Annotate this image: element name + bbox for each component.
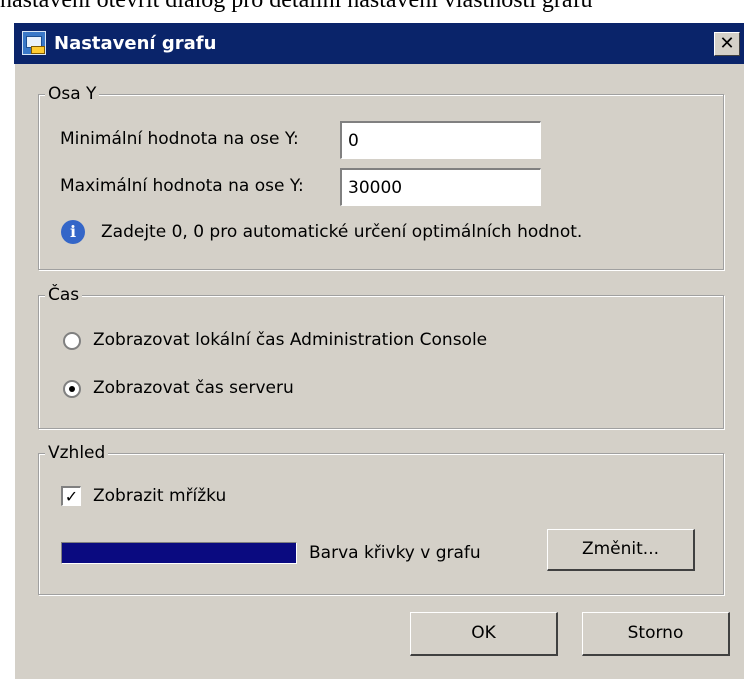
grid-checkbox-label[interactable]: Zobrazit mřížku xyxy=(93,485,226,507)
min-y-label: Minimální hodnota na ose Y: xyxy=(60,129,299,149)
curve-color-swatch xyxy=(61,542,297,564)
appearance-group: Vzhled ✓ Zobrazit mřížku Barva křivky v … xyxy=(38,442,724,595)
window-edge xyxy=(14,64,19,679)
close-icon: ✕ xyxy=(719,33,735,54)
max-y-label: Maximální hodnota na ose Y: xyxy=(60,176,304,196)
close-button[interactable]: ✕ xyxy=(714,32,740,56)
curve-color-label: Barva křivky v grafu xyxy=(309,543,481,563)
background-caption-text: nastavení otevřít dialog pro detailní na… xyxy=(0,0,593,13)
appearance-legend: Vzhled xyxy=(45,442,109,464)
grid-checkbox[interactable]: ✓ xyxy=(61,486,81,506)
min-y-input[interactable] xyxy=(340,121,541,159)
radio-button-local-time[interactable] xyxy=(63,332,81,350)
radio-button-server-time[interactable] xyxy=(63,380,81,398)
cancel-button[interactable]: Storno xyxy=(582,612,730,656)
radio-label-local-time[interactable]: Zobrazovat lokální čas Administration Co… xyxy=(93,329,487,351)
time-group: Čas Zobrazovat lokální čas Administratio… xyxy=(38,284,724,429)
axis-y-legend: Osa Y xyxy=(45,83,100,105)
radio-label-server-time[interactable]: Zobrazovat čas serveru xyxy=(93,377,294,399)
max-y-input[interactable] xyxy=(340,168,541,206)
app-icon xyxy=(22,31,46,55)
change-color-button[interactable]: Změnit... xyxy=(547,529,695,571)
title-bar[interactable]: Nastavení grafu ✕ xyxy=(14,23,744,64)
time-legend: Čas xyxy=(45,284,83,306)
settings-dialog: Nastavení grafu ✕ Osa Y Minimální hodnot… xyxy=(14,23,744,679)
info-icon: i xyxy=(61,220,85,244)
axis-y-group: Osa Y Minimální hodnota na ose Y: Maximá… xyxy=(38,83,724,270)
dialog-title: Nastavení grafu xyxy=(54,33,217,54)
info-text: Zadejte 0, 0 pro automatické určení opti… xyxy=(101,222,583,242)
ok-button[interactable]: OK xyxy=(410,612,558,656)
